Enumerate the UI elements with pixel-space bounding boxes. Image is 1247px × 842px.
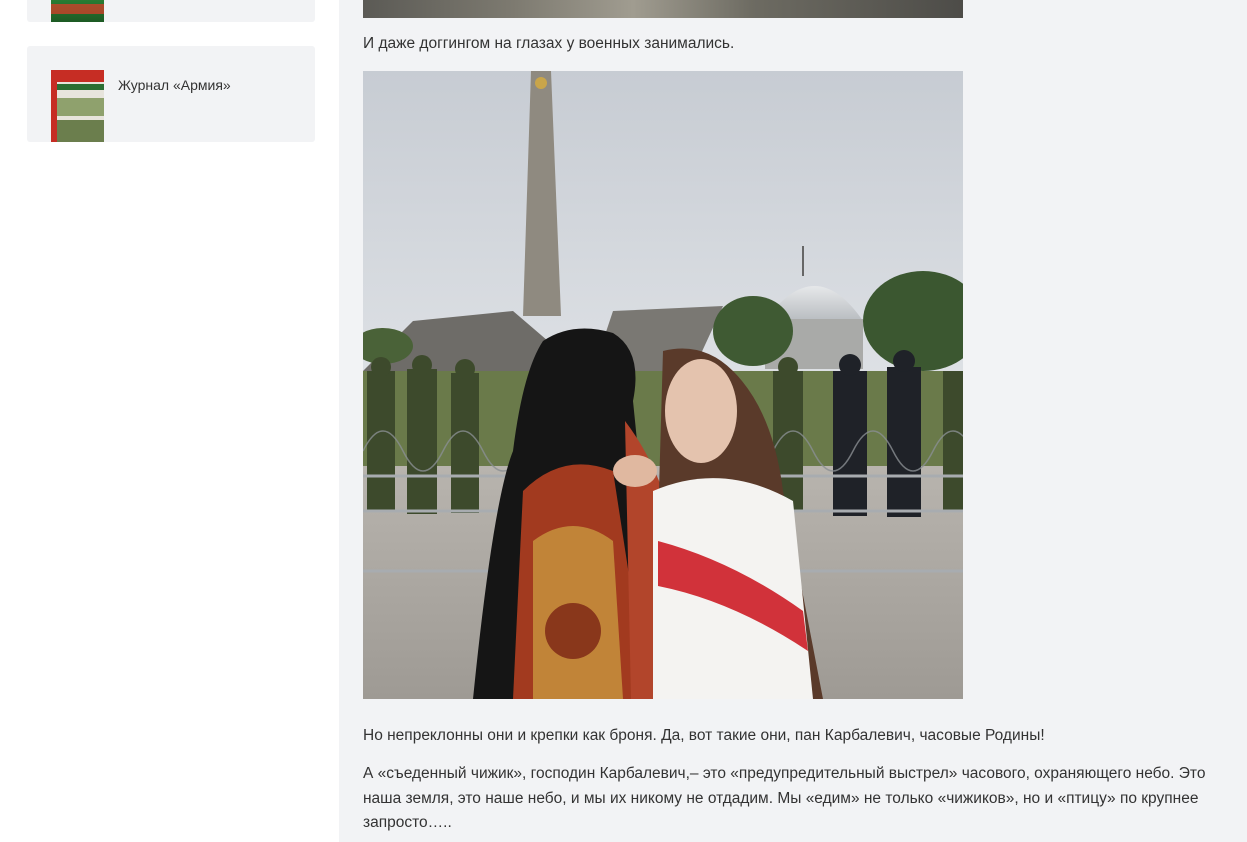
sidebar-item-army-magazine[interactable]: Журнал «Армия» [27, 46, 315, 142]
photo-caption: И даже доггингом на глазах у военных зан… [363, 35, 735, 52]
army-magazine-cover-thumbnail[interactable] [51, 70, 104, 142]
magazine-cover-thumbnail[interactable] [51, 0, 104, 22]
article-paragraph: Но непреклонны они и крепки как броня. Д… [363, 727, 1045, 744]
sidebar: Журнал «Армия» [0, 0, 339, 842]
article-photo-previous [363, 0, 963, 18]
article-body: И даже доггингом на глазах у военных зан… [339, 0, 1247, 842]
article-paragraph: А «съеденный чижик», господин Карбалевич… [363, 765, 1206, 831]
sidebar-item-magazine-1[interactable] [27, 0, 315, 22]
sidebar-item-label[interactable]: Журнал «Армия» [118, 76, 231, 94]
article-photo [363, 71, 963, 699]
article-photo-illustration [363, 71, 963, 699]
